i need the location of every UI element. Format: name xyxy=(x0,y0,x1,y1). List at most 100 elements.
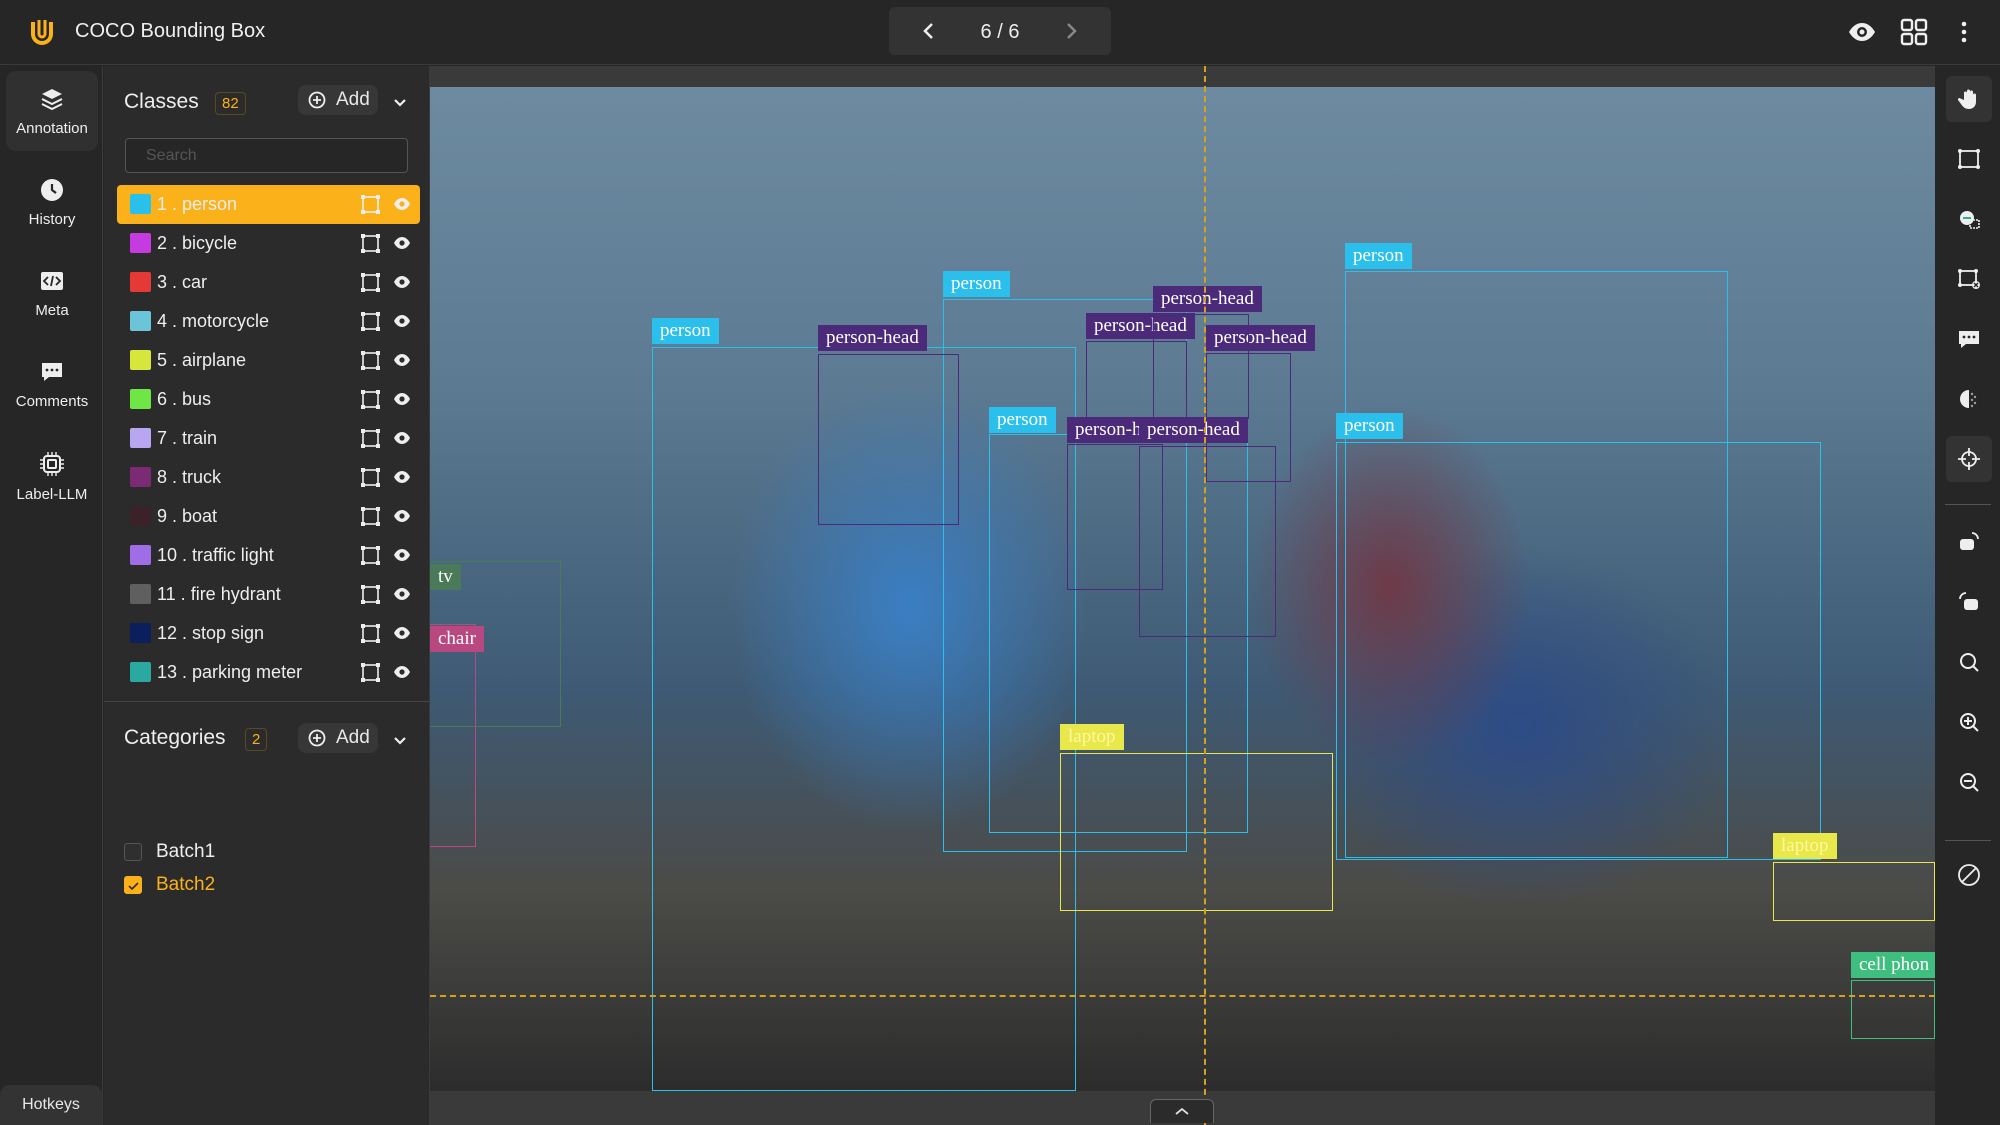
nav-comments[interactable]: Comments xyxy=(6,344,98,424)
annotation-label: person xyxy=(989,407,1056,433)
annotation-box[interactable] xyxy=(1139,446,1276,637)
expand-panel-button[interactable] xyxy=(1150,1099,1214,1123)
class-item[interactable]: 4 . motorcycle xyxy=(117,302,420,341)
rectangle-icon xyxy=(1958,149,1980,169)
bounding-box-icon[interactable] xyxy=(361,429,380,448)
nav-meta[interactable]: Meta xyxy=(6,253,98,333)
grid-layout-icon[interactable] xyxy=(1898,16,1930,48)
visibility-eye-icon[interactable] xyxy=(393,548,411,562)
class-item[interactable]: 3 . car xyxy=(117,263,420,302)
class-item[interactable]: 11 . fire hydrant xyxy=(117,575,420,614)
class-item[interactable]: 8 . truck xyxy=(117,458,420,497)
annotation-canvas[interactable]: person person person person person person-hea… xyxy=(430,66,1935,1125)
right-toolbar xyxy=(1935,66,2000,1125)
rotate-left-tool[interactable] xyxy=(1946,579,1992,625)
visibility-eye-icon[interactable] xyxy=(393,431,411,445)
contrast-tool[interactable] xyxy=(1946,376,1992,422)
hand-icon xyxy=(1957,89,1976,109)
hide-tool[interactable] xyxy=(1946,852,1992,898)
annotation-box[interactable] xyxy=(430,624,476,847)
nav-history[interactable]: History xyxy=(6,162,98,242)
annotation-label: person xyxy=(1345,243,1412,269)
rectangle-tool[interactable] xyxy=(1946,136,1992,182)
visibility-eye-icon[interactable] xyxy=(393,626,411,640)
add-category-button[interactable]: Add xyxy=(298,723,378,753)
app-logo-icon xyxy=(31,20,53,45)
bounding-box-icon[interactable] xyxy=(361,663,380,682)
visibility-eye-icon[interactable] xyxy=(393,275,411,289)
annotation-label: laptop xyxy=(1773,833,1837,859)
bounding-box-icon[interactable] xyxy=(361,273,380,292)
class-item[interactable]: 1 . person xyxy=(117,185,420,224)
rotate-right-tool[interactable] xyxy=(1946,519,1992,565)
bounding-box-icon[interactable] xyxy=(361,546,380,565)
nav-annotation[interactable]: Annotation xyxy=(6,71,98,151)
nav-label-llm[interactable]: Label-LLM xyxy=(6,435,98,515)
remove-box-tool[interactable] xyxy=(1946,256,1992,302)
annotation-box[interactable] xyxy=(1851,980,1935,1039)
more-options-icon[interactable] xyxy=(1948,16,1980,48)
bounding-box-icon[interactable] xyxy=(361,195,380,214)
annotation-label: person xyxy=(652,318,719,344)
contrast-icon xyxy=(1960,390,1977,408)
comment-icon xyxy=(42,363,62,381)
chevron-down-icon[interactable] xyxy=(390,730,410,750)
zoom-in-tool[interactable] xyxy=(1946,699,1992,745)
bounding-box-icon[interactable] xyxy=(361,624,380,643)
class-item[interactable]: 5 . airplane xyxy=(117,341,420,380)
class-item[interactable]: 12 . stop sign xyxy=(117,614,420,653)
auto-annotate-tool[interactable] xyxy=(1946,196,1992,242)
annotation-label: person-head xyxy=(1153,286,1262,312)
zoom-out-tool[interactable] xyxy=(1946,759,1992,805)
bounding-box-icon[interactable] xyxy=(361,585,380,604)
visibility-eye-icon[interactable] xyxy=(393,236,411,250)
visibility-eye-icon[interactable] xyxy=(393,665,411,679)
hand-tool[interactable] xyxy=(1946,76,1992,122)
bounding-box-icon[interactable] xyxy=(361,351,380,370)
annotation-box[interactable] xyxy=(1153,314,1249,419)
bounding-box-icon[interactable] xyxy=(361,468,380,487)
class-item[interactable]: 10 . traffic light xyxy=(117,536,420,575)
next-image-button[interactable] xyxy=(1057,17,1085,45)
visibility-eye-icon[interactable] xyxy=(393,197,411,211)
visibility-eye-icon[interactable] xyxy=(393,587,411,601)
annotation-box[interactable] xyxy=(818,354,959,525)
plus-circle-icon xyxy=(308,729,326,747)
visibility-eye-icon[interactable] xyxy=(393,392,411,406)
class-item[interactable]: 2 . bicycle xyxy=(117,224,420,263)
visibility-eye-icon[interactable] xyxy=(393,314,411,328)
bounding-box-icon[interactable] xyxy=(361,390,380,409)
hotkeys-button[interactable]: Hotkeys xyxy=(0,1085,102,1125)
class-item[interactable]: 6 . bus xyxy=(117,380,420,419)
comment-tool[interactable] xyxy=(1946,316,1992,362)
add-class-button[interactable]: Add xyxy=(298,85,378,115)
bounding-box-icon[interactable] xyxy=(361,312,380,331)
check-icon xyxy=(128,882,139,891)
annotation-box[interactable] xyxy=(1336,442,1821,860)
class-item[interactable]: 13 . parking meter xyxy=(117,653,420,692)
class-label: 2 . bicycle xyxy=(157,233,238,253)
class-label: 6 . bus xyxy=(157,389,212,409)
class-search-input[interactable] xyxy=(125,138,408,173)
category-checkbox[interactable] xyxy=(124,843,142,861)
zoom-fit-tool[interactable] xyxy=(1946,639,1992,685)
eye-icon[interactable] xyxy=(1846,16,1878,48)
bounding-box-icon[interactable] xyxy=(361,507,380,526)
visibility-eye-icon[interactable] xyxy=(393,470,411,484)
visibility-eye-icon[interactable] xyxy=(393,509,411,523)
bounding-box-icon[interactable] xyxy=(361,234,380,253)
annotation-label: chair xyxy=(430,626,484,652)
auto-annotate-icon xyxy=(1960,211,1980,229)
class-item[interactable]: 7 . train xyxy=(117,419,420,458)
image-photo[interactable]: person person person person person person-hea… xyxy=(430,87,1935,1091)
annotation-box[interactable] xyxy=(1060,753,1333,911)
annotation-box[interactable] xyxy=(1773,862,1935,921)
chevron-down-icon[interactable] xyxy=(390,92,410,112)
category-checkbox[interactable] xyxy=(124,876,142,894)
app-title: COCO Bounding Box xyxy=(75,20,266,42)
visibility-eye-icon[interactable] xyxy=(393,353,411,367)
annotation-label: person xyxy=(943,271,1010,297)
crosshair-tool[interactable] xyxy=(1946,436,1992,482)
class-item[interactable]: 9 . boat xyxy=(117,497,420,536)
layers-icon xyxy=(41,89,63,111)
